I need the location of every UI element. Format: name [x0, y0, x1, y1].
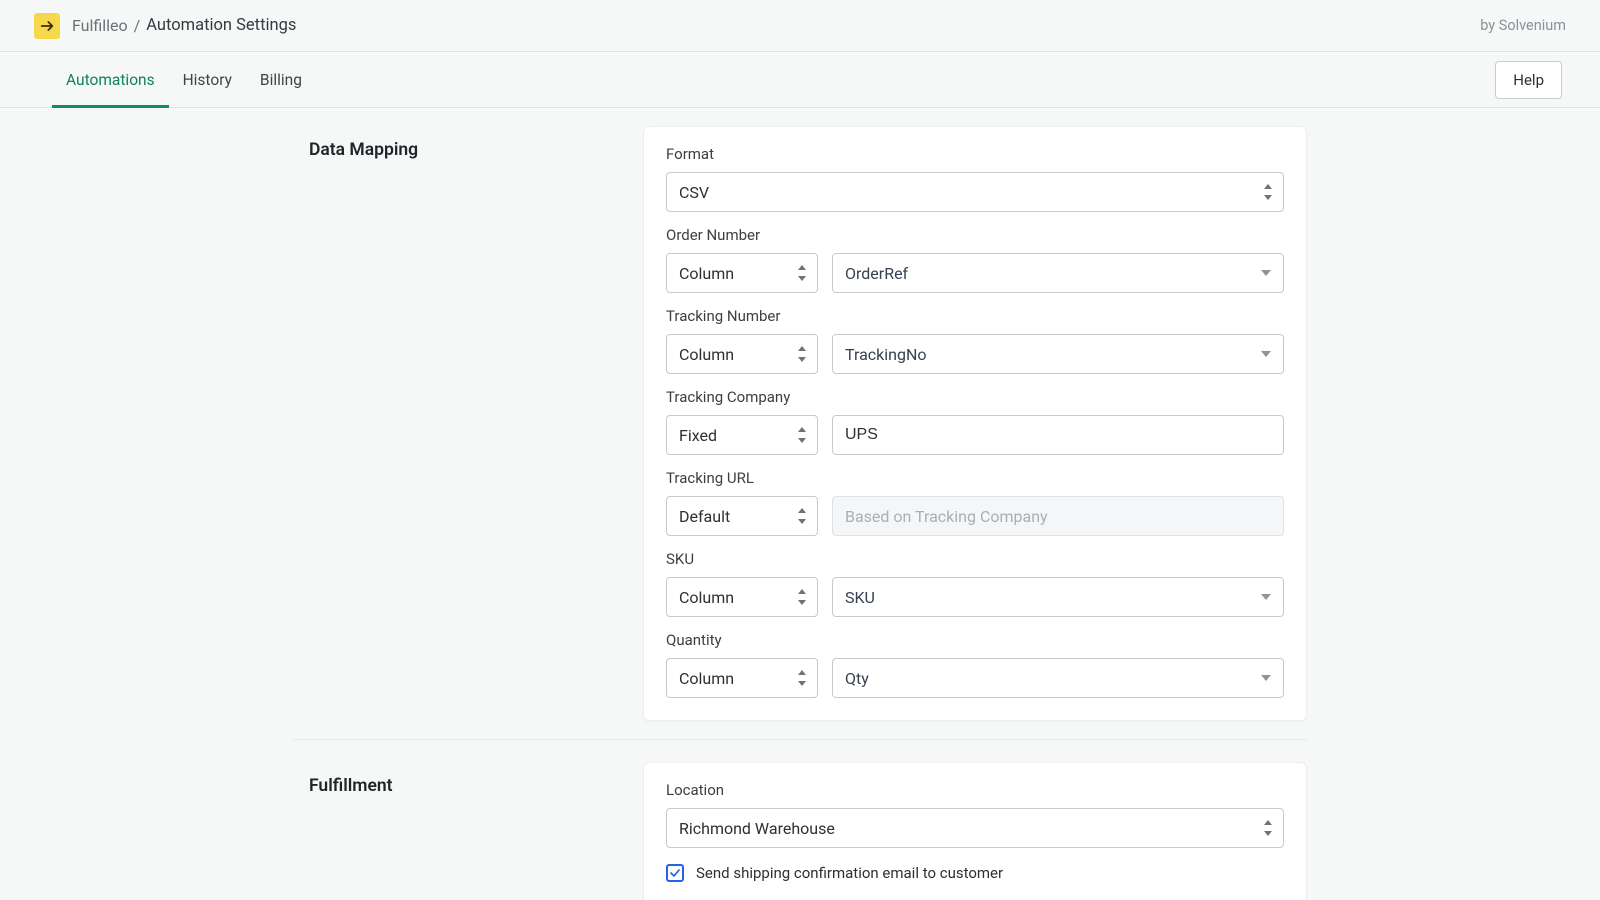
- field-tracking-url: Tracking URL Default Based on Tracking C…: [666, 469, 1284, 536]
- chevron-down-icon: [1261, 351, 1271, 357]
- breadcrumb-app[interactable]: Fulfilleo: [72, 16, 128, 35]
- url-source-value: Default: [679, 507, 730, 526]
- field-quantity: Quantity Column Qty: [666, 631, 1284, 698]
- company-source-value: Fixed: [679, 426, 717, 445]
- field-format: Format CSV: [666, 145, 1284, 212]
- tab-label: Automations: [66, 71, 155, 89]
- quantity-label: Quantity: [666, 631, 1284, 649]
- topbar: Fulfilleo / Automation Settings by Solve…: [0, 0, 1600, 52]
- sku-column-combo[interactable]: SKU: [832, 577, 1284, 617]
- tracking-column-combo[interactable]: TrackingNo: [832, 334, 1284, 374]
- location-label: Location: [666, 781, 1284, 799]
- company-source-select[interactable]: Fixed: [666, 415, 818, 455]
- tab-billing[interactable]: Billing: [246, 52, 316, 107]
- stepper-icon: [798, 427, 808, 443]
- format-select[interactable]: CSV: [666, 172, 1284, 212]
- section-data-mapping: Data Mapping Format CSV Order Number Col…: [293, 126, 1307, 739]
- section-fulfillment: Fulfillment Location Richmond Warehouse: [293, 739, 1307, 900]
- help-button[interactable]: Help: [1495, 61, 1562, 99]
- chevron-down-icon: [1261, 675, 1271, 681]
- order-source-value: Column: [679, 264, 734, 283]
- tab-label: Billing: [260, 71, 302, 89]
- section-title: Data Mapping: [293, 140, 643, 160]
- sku-column-value: SKU: [845, 588, 875, 607]
- sku-source-value: Column: [679, 588, 734, 607]
- field-tracking-company: Tracking Company Fixed: [666, 388, 1284, 455]
- tracking-url-label: Tracking URL: [666, 469, 1284, 487]
- tab-label: History: [183, 71, 232, 89]
- qty-source-select[interactable]: Column: [666, 658, 818, 698]
- section-right: Location Richmond Warehouse Send shippin…: [643, 762, 1307, 900]
- breadcrumb-separator: /: [134, 16, 141, 35]
- field-order-number: Order Number Column OrderRef: [666, 226, 1284, 293]
- data-mapping-card: Format CSV Order Number Column: [643, 126, 1307, 721]
- sku-source-select[interactable]: Column: [666, 577, 818, 617]
- stepper-icon: [798, 508, 808, 524]
- fulfillment-card: Location Richmond Warehouse Send shippin…: [643, 762, 1307, 900]
- sku-label: SKU: [666, 550, 1284, 568]
- tracking-column-value: TrackingNo: [845, 345, 927, 364]
- url-readonly-field: Based on Tracking Company: [832, 496, 1284, 536]
- section-left: Fulfillment: [293, 762, 643, 900]
- qty-column-value: Qty: [845, 669, 869, 688]
- location-select[interactable]: Richmond Warehouse: [666, 808, 1284, 848]
- send-email-checkbox[interactable]: [666, 864, 684, 882]
- url-placeholder: Based on Tracking Company: [845, 507, 1048, 526]
- tracking-number-label: Tracking Number: [666, 307, 1284, 325]
- check-icon: [669, 867, 681, 879]
- byline: by Solvenium: [1480, 17, 1566, 34]
- order-column-combo[interactable]: OrderRef: [832, 253, 1284, 293]
- tracking-source-value: Column: [679, 345, 734, 364]
- field-sku: SKU Column SKU: [666, 550, 1284, 617]
- tracking-company-label: Tracking Company: [666, 388, 1284, 406]
- chevron-down-icon: [1261, 270, 1271, 276]
- company-value-field[interactable]: [845, 416, 1271, 454]
- tab-history[interactable]: History: [169, 52, 246, 107]
- stepper-icon: [798, 589, 808, 605]
- section-left: Data Mapping: [293, 126, 643, 721]
- stepper-icon: [1264, 820, 1274, 836]
- url-source-select[interactable]: Default: [666, 496, 818, 536]
- location-value: Richmond Warehouse: [679, 819, 835, 838]
- section-right: Format CSV Order Number Column: [643, 126, 1307, 721]
- send-email-label: Send shipping confirmation email to cust…: [696, 864, 1003, 882]
- tracking-source-select[interactable]: Column: [666, 334, 818, 374]
- format-value: CSV: [679, 183, 709, 202]
- page-body: Data Mapping Format CSV Order Number Col…: [0, 108, 1600, 900]
- field-tracking-number: Tracking Number Column TrackingNo: [666, 307, 1284, 374]
- field-location: Location Richmond Warehouse: [666, 781, 1284, 848]
- tabbar: Automations History Billing Help: [0, 52, 1600, 108]
- send-email-row: Send shipping confirmation email to cust…: [666, 864, 1284, 882]
- tab-automations[interactable]: Automations: [52, 52, 169, 107]
- fulfilleo-logo-icon: [39, 18, 55, 34]
- format-label: Format: [666, 145, 1284, 163]
- stepper-icon: [798, 670, 808, 686]
- stepper-icon: [798, 346, 808, 362]
- order-number-label: Order Number: [666, 226, 1284, 244]
- breadcrumb-page: Automation Settings: [146, 16, 296, 35]
- stepper-icon: [1264, 184, 1274, 200]
- stepper-icon: [798, 265, 808, 281]
- qty-column-combo[interactable]: Qty: [832, 658, 1284, 698]
- help-button-label: Help: [1513, 71, 1544, 89]
- qty-source-value: Column: [679, 669, 734, 688]
- order-source-select[interactable]: Column: [666, 253, 818, 293]
- order-column-value: OrderRef: [845, 264, 908, 283]
- section-title: Fulfillment: [293, 776, 643, 796]
- app-icon: [34, 13, 60, 39]
- company-value-input[interactable]: [832, 415, 1284, 455]
- chevron-down-icon: [1261, 594, 1271, 600]
